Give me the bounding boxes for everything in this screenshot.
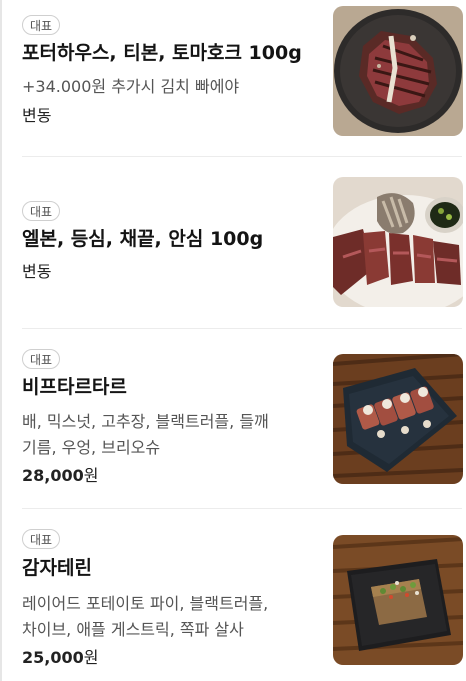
menu-item-price: 25,000원: [22, 646, 98, 670]
signature-badge: 대표: [22, 15, 61, 35]
menu-item-name: 포터하우스, 티본, 토마호크 100g: [22, 42, 302, 64]
price-value: 25,000: [22, 648, 84, 667]
sliced-steak-platter-photo[interactable]: [333, 177, 463, 307]
menu-item-name: 감자테린: [22, 557, 92, 579]
menu-item-description: 레이어드 포테이토 파이, 블랙트러플, 차이브, 애플 게스트릭, 쪽파 살사: [22, 591, 322, 643]
description-line: 배, 믹스넛, 고추장, 블랙트러플, 들깨: [22, 412, 269, 431]
price-value: 28,000: [22, 466, 84, 485]
potato-terrine-photo[interactable]: [333, 535, 463, 665]
price-value: 변동: [22, 106, 52, 125]
price-value: 변동: [22, 262, 52, 281]
sliced-steak-image: [333, 177, 463, 307]
potato-terrine-image: [333, 535, 463, 665]
menu-item-price: 28,000원: [22, 464, 98, 488]
menu-item-name: 비프타르타르: [22, 376, 127, 398]
menu-item-price: 변동: [22, 260, 51, 284]
price-unit: 원: [83, 648, 99, 667]
description-line: 차이브, 애플 게스트릭, 쪽파 살사: [22, 620, 244, 639]
beef-tartare-photo[interactable]: [333, 354, 463, 484]
porterhouse-steak-photo[interactable]: [333, 6, 463, 136]
signature-badge: 대표: [22, 201, 61, 221]
signature-badge: 대표: [22, 349, 61, 369]
menu-item-name: 엘본, 등심, 채끝, 안심 100g: [22, 228, 264, 250]
menu-item-price: 변동: [22, 104, 51, 128]
item-divider: [22, 508, 462, 509]
description-line: 기름, 우엉, 브리오슈: [22, 438, 161, 457]
price-unit: 원: [83, 466, 99, 485]
description-line: 레이어드 포테이토 파이, 블랙트러플,: [22, 594, 269, 613]
menu-item-description: 배, 믹스넛, 고추장, 블랙트러플, 들깨 기름, 우엉, 브리오슈: [22, 409, 322, 461]
porterhouse-steak-image: [333, 6, 463, 136]
beef-tartare-image: [333, 354, 463, 484]
item-divider: [22, 328, 462, 329]
signature-badge: 대표: [22, 529, 61, 549]
page-left-border: [0, 0, 2, 681]
menu-item-description: +34.000원 추가시 김치 빠에야: [22, 77, 240, 96]
item-divider: [22, 156, 462, 157]
